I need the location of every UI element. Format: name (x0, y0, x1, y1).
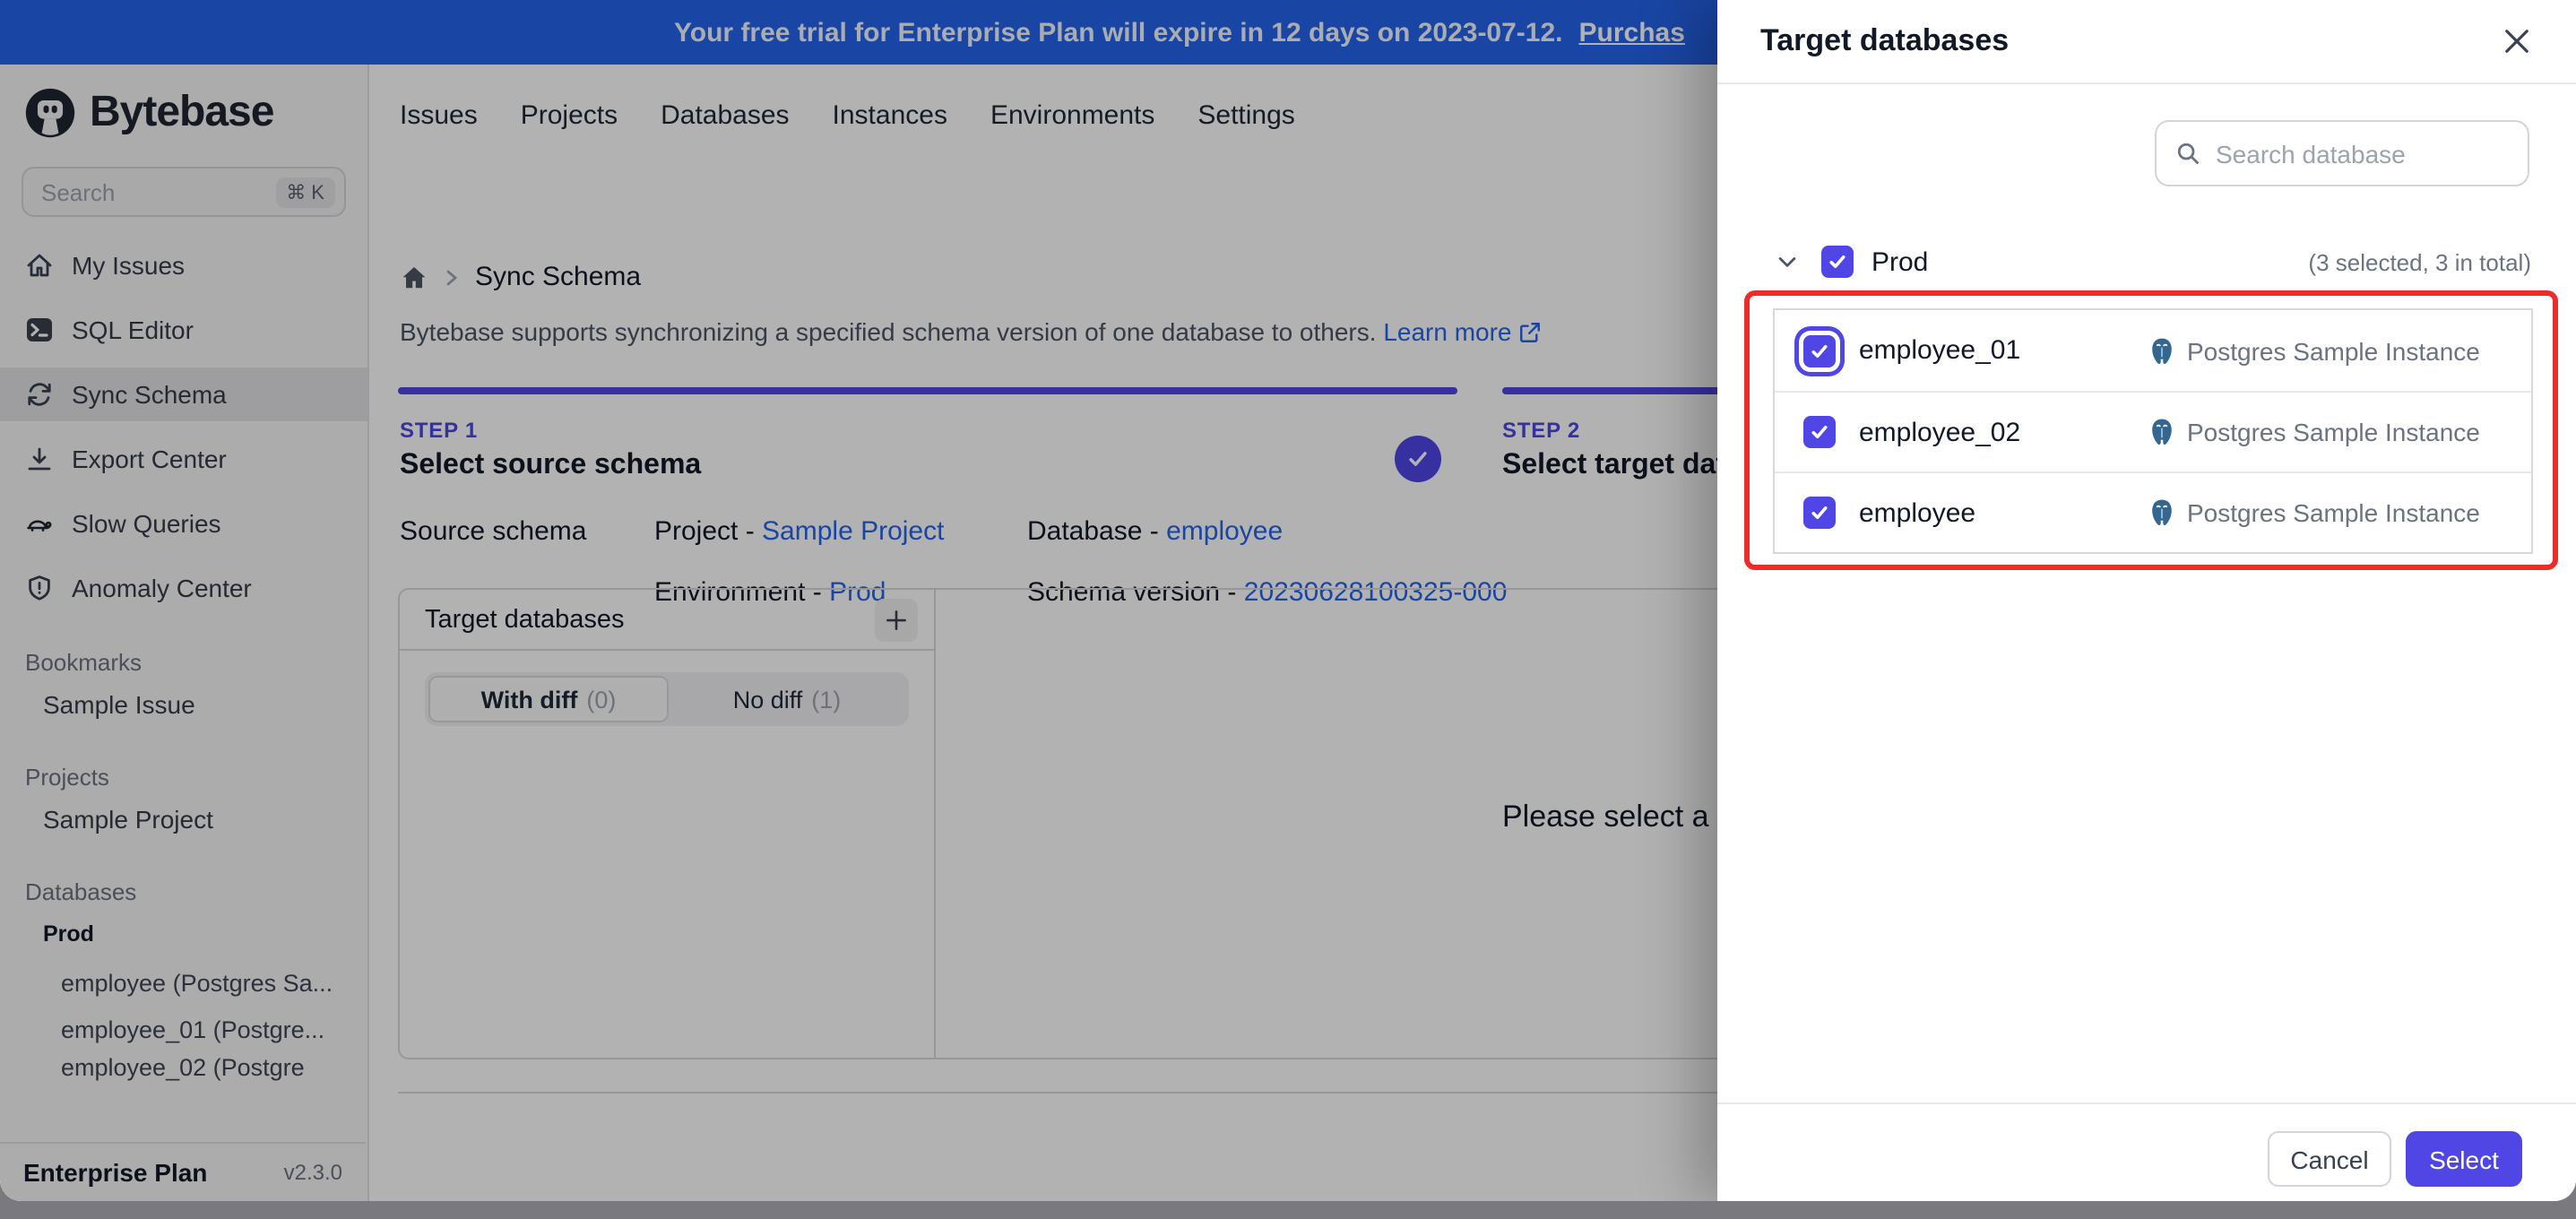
drawer-footer: Cancel Select (1717, 1102, 2576, 1201)
drawer-title: Target databases (1760, 23, 2010, 57)
employee-01-checkbox[interactable] (1803, 334, 1836, 367)
selection-summary: (3 selected, 3 in total) (2308, 248, 2531, 275)
group-name: Prod (1871, 246, 1929, 277)
database-row-employee-01[interactable]: employee_01 Postgres Sample Instance (1775, 310, 2531, 391)
employee-02-checkbox[interactable] (1803, 416, 1836, 448)
close-icon[interactable] (2501, 25, 2533, 57)
environment-group-row[interactable]: Prod (3 selected, 3 in total) (1771, 237, 2531, 287)
app-window: Your free trial for Enterprise Plan will… (0, 0, 2576, 1201)
database-name: employee_02 (1859, 417, 2021, 447)
postgres-icon (2148, 498, 2176, 527)
prod-checkbox[interactable] (1821, 246, 1854, 278)
database-row-employee[interactable]: employee Postgres Sample Instance (1775, 471, 2531, 552)
database-name: employee_01 (1859, 335, 2021, 366)
database-search-input[interactable] (2216, 139, 2510, 168)
select-button[interactable]: Select (2406, 1131, 2522, 1187)
chevron-down-icon[interactable] (1775, 249, 1800, 274)
instance-name: Postgres Sample Instance (2187, 336, 2480, 365)
target-databases-drawer: Target databases Prod (3 selected, 3 in … (1717, 0, 2576, 1201)
postgres-icon (2148, 336, 2176, 365)
instance-name: Postgres Sample Instance (2187, 418, 2480, 446)
instance-name: Postgres Sample Instance (2187, 498, 2480, 527)
database-list: employee_01 Postgres Sample Instance emp… (1773, 308, 2533, 554)
app-stage: Your free trial for Enterprise Plan will… (0, 0, 2576, 1219)
postgres-icon (2148, 418, 2176, 446)
database-name: employee (1859, 497, 1976, 528)
employee-checkbox[interactable] (1803, 497, 1836, 529)
database-search[interactable] (2155, 120, 2529, 186)
search-icon (2174, 140, 2201, 167)
cancel-button[interactable]: Cancel (2268, 1131, 2391, 1187)
database-row-employee-02[interactable]: employee_02 Postgres Sample Instance (1775, 391, 2531, 471)
